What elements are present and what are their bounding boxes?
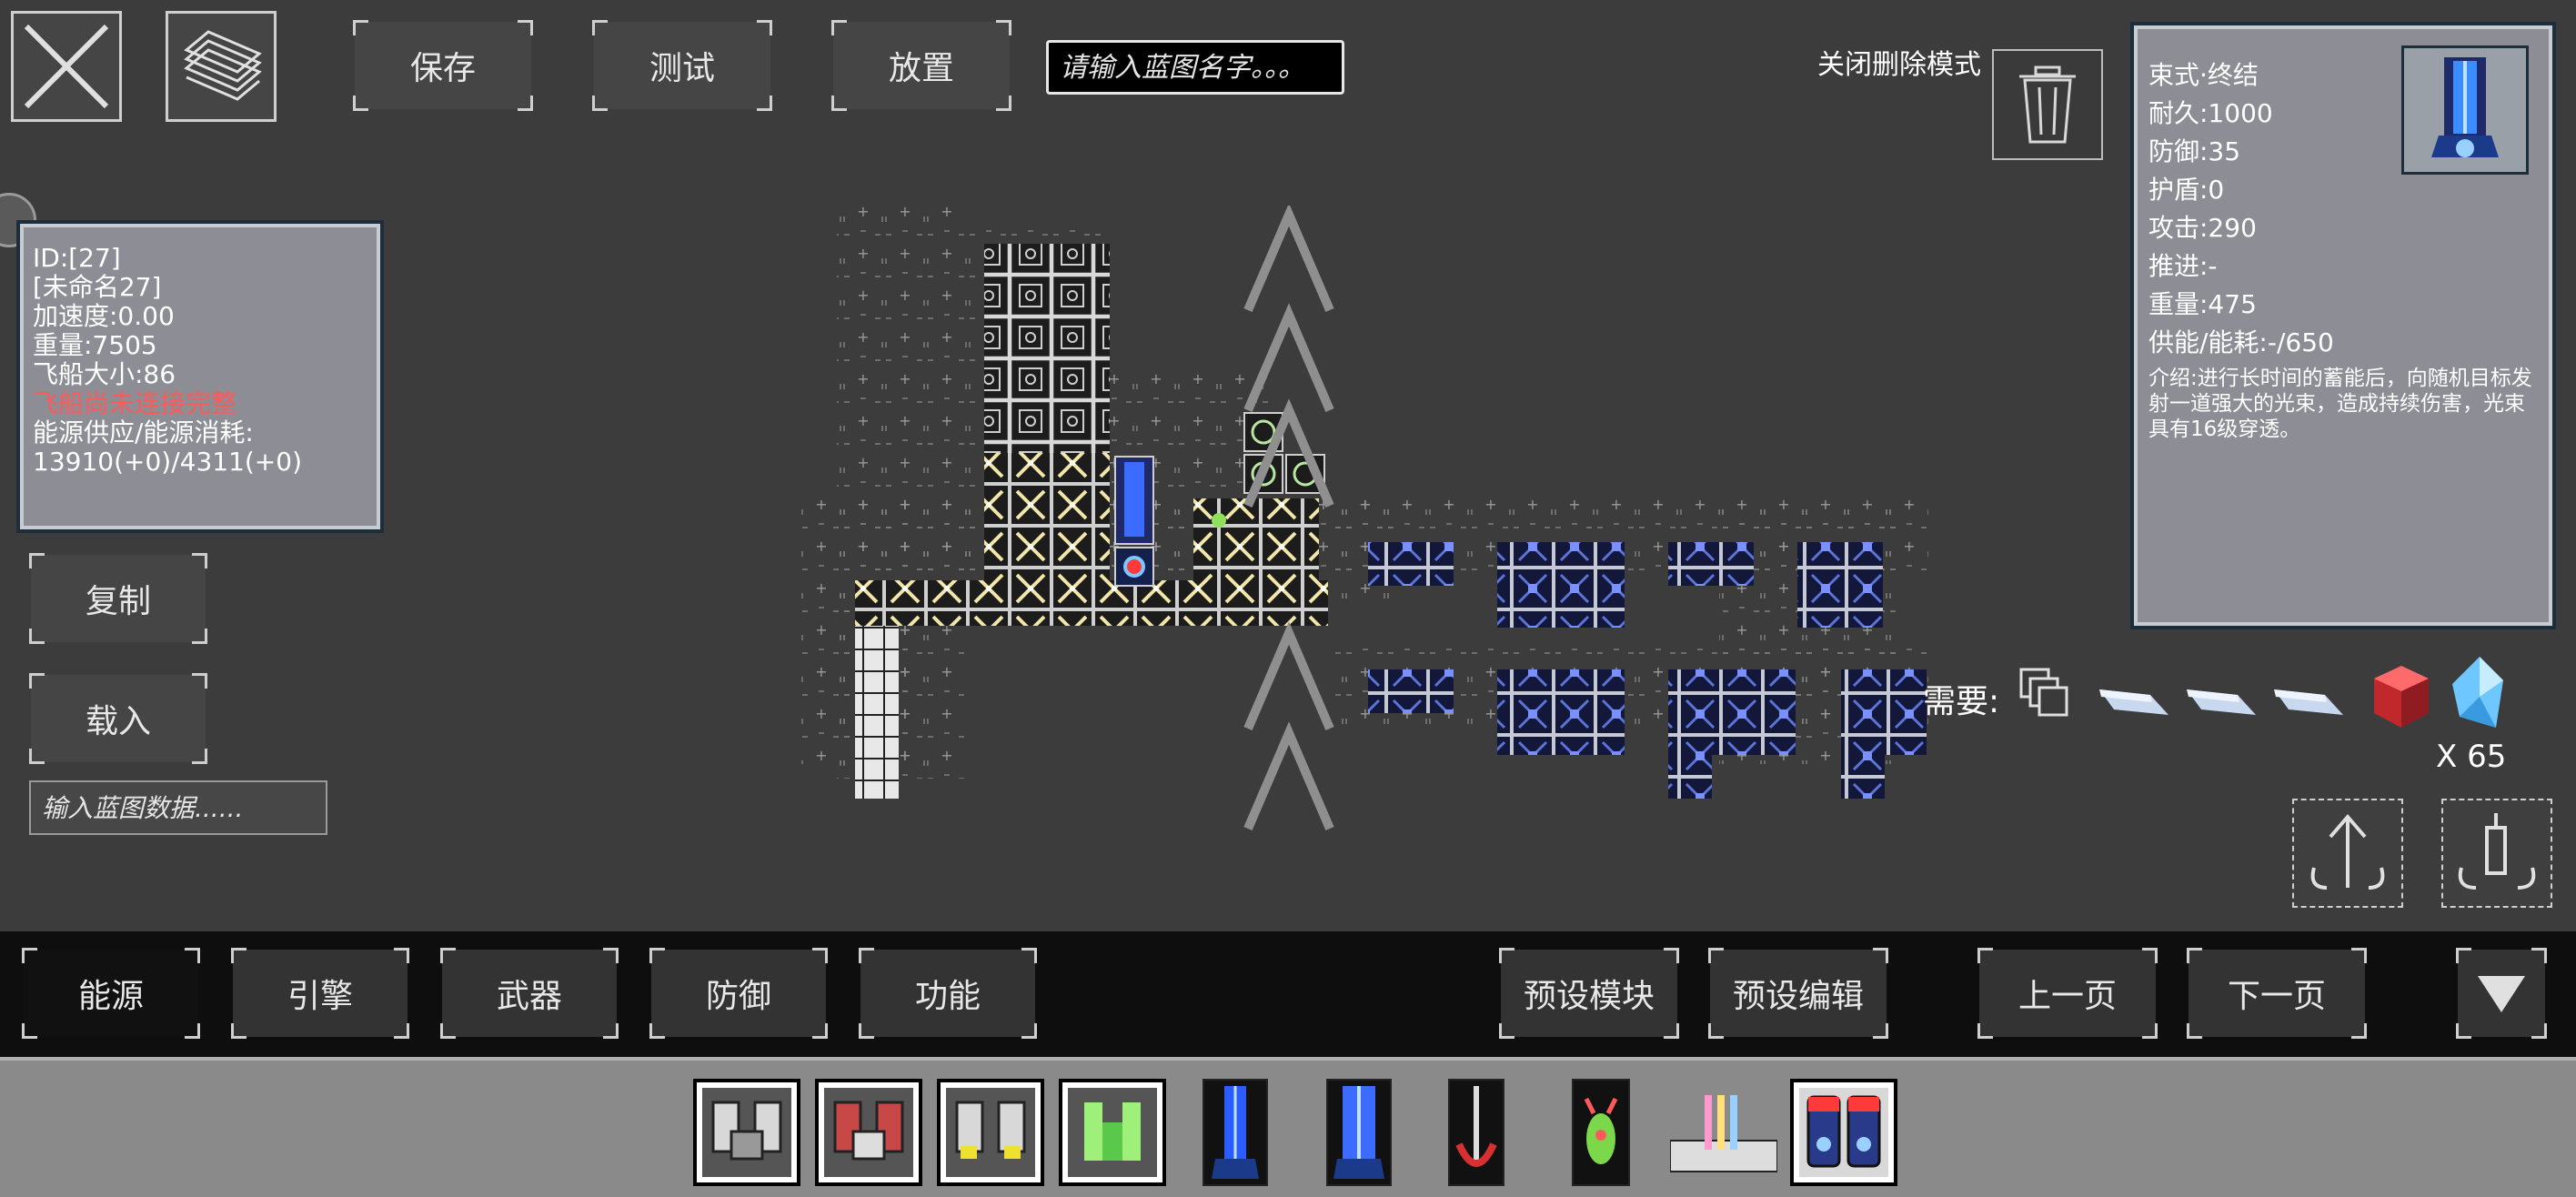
load-button[interactable]: 载入: [29, 673, 207, 764]
part-slot-green-bug[interactable]: [1572, 1079, 1630, 1186]
part-weight: 重量:475: [2148, 289, 2257, 319]
preset-edit-label: 预设编辑: [1732, 978, 1864, 1015]
copy-label: 复制: [85, 583, 151, 620]
category-label: 武器: [496, 978, 562, 1015]
prev-page-label: 上一页: [2018, 978, 2117, 1015]
layers-icon[interactable]: [166, 11, 277, 122]
category-defense[interactable]: 防御: [649, 948, 828, 1039]
part-thrust: 推进:-: [2148, 251, 2218, 281]
category-label: 功能: [914, 978, 981, 1015]
ship-info-panel: ID:[27] [未命名27] 加速度:0.00 重量:7505 飞船大小:86…: [16, 220, 384, 533]
test-label: 测试: [649, 50, 715, 87]
part-slot-beam-large[interactable]: [1326, 1079, 1392, 1186]
part-power: 供能/能耗:-/650: [2148, 327, 2334, 357]
next-page-label: 下一页: [2227, 978, 2326, 1015]
category-label: 引擎: [287, 978, 353, 1015]
direction-arrows-icon: [1243, 206, 1334, 830]
blue-crystal-icon: [2445, 653, 2514, 735]
close-icon[interactable]: [11, 11, 122, 122]
trash-icon[interactable]: [1992, 49, 2103, 160]
part-attack: 攻击:290: [2148, 213, 2257, 243]
requirements-label: 需要:: [1923, 683, 2000, 720]
test-button[interactable]: 测试: [592, 20, 772, 111]
build-grid[interactable]: +: [800, 191, 2019, 846]
collapse-button[interactable]: [2456, 948, 2547, 1039]
part-slot-beam-small[interactable]: [1202, 1079, 1268, 1186]
energy-value: 13910(+0)/4311(+0): [33, 447, 303, 477]
part-description: 介绍:进行长时间的蓄能后，向随机目标发射一道强大的光束，造成持续伤害，光束具有1…: [2148, 367, 2532, 441]
part-slot-missile-rack[interactable]: [1669, 1091, 1778, 1175]
place-label: 放置: [888, 50, 954, 87]
requirement-count: X 65: [2436, 739, 2507, 775]
part-slot-engine-gray[interactable]: [693, 1079, 800, 1186]
ship-name: [未命名27]: [33, 272, 162, 302]
part-shield: 护盾:0: [2148, 175, 2225, 205]
ship-weight: 重量:7505: [33, 330, 157, 360]
part-slot-double-shield[interactable]: [1790, 1079, 1897, 1186]
prev-page-button[interactable]: 上一页: [1977, 948, 2158, 1039]
save-button[interactable]: 保存: [353, 20, 533, 111]
energy-label: 能源供应/能源消耗:: [33, 417, 254, 448]
ship-warning: 飞船尚未连接完整: [33, 388, 237, 418]
mirror-icon[interactable]: [2441, 799, 2552, 908]
rotate-icon[interactable]: [2292, 799, 2403, 908]
category-engine[interactable]: 引擎: [231, 948, 409, 1039]
load-label: 载入: [85, 703, 151, 740]
place-button[interactable]: 放置: [831, 20, 1011, 111]
part-slot-engine-green[interactable]: [1059, 1079, 1166, 1186]
crystal-bar-icon: [2096, 677, 2172, 722]
plate-material-icon: [2016, 664, 2079, 729]
preset-module-label: 预设模块: [1523, 978, 1655, 1015]
copy-button[interactable]: 复制: [29, 553, 207, 644]
preset-edit-button[interactable]: 预设编辑: [1708, 948, 1888, 1039]
category-energy[interactable]: 能源: [22, 948, 200, 1039]
ship-size: 飞船大小:86: [33, 359, 176, 389]
category-weapon[interactable]: 武器: [440, 948, 619, 1039]
part-slot-red-spear[interactable]: [1448, 1079, 1504, 1186]
crystal-bar-icon: [2270, 677, 2347, 722]
parts-tray: [0, 1057, 2576, 1197]
category-function[interactable]: 功能: [859, 948, 1037, 1039]
ship-acceleration: 加速度:0.00: [33, 301, 175, 331]
triangle-down-icon: [2478, 976, 2525, 1012]
red-cube-icon: [2369, 662, 2434, 731]
blueprint-data-input[interactable]: [29, 780, 327, 835]
next-page-button[interactable]: 下一页: [2187, 948, 2367, 1039]
preset-module-button[interactable]: 预设模块: [1499, 948, 1679, 1039]
save-label: 保存: [409, 50, 476, 87]
ship-id: ID:[27]: [33, 243, 121, 273]
delete-mode-label: 关闭删除模式: [1817, 49, 1981, 81]
blueprint-name-input[interactable]: [1046, 40, 1344, 95]
category-label: 防御: [705, 978, 771, 1015]
part-slot-engine-red[interactable]: [815, 1079, 922, 1186]
crystal-bar-icon: [2183, 677, 2259, 722]
beam-cannon-icon: [2401, 45, 2529, 175]
part-slot-engine-yellow[interactable]: [937, 1079, 1044, 1186]
category-label: 能源: [77, 978, 144, 1015]
